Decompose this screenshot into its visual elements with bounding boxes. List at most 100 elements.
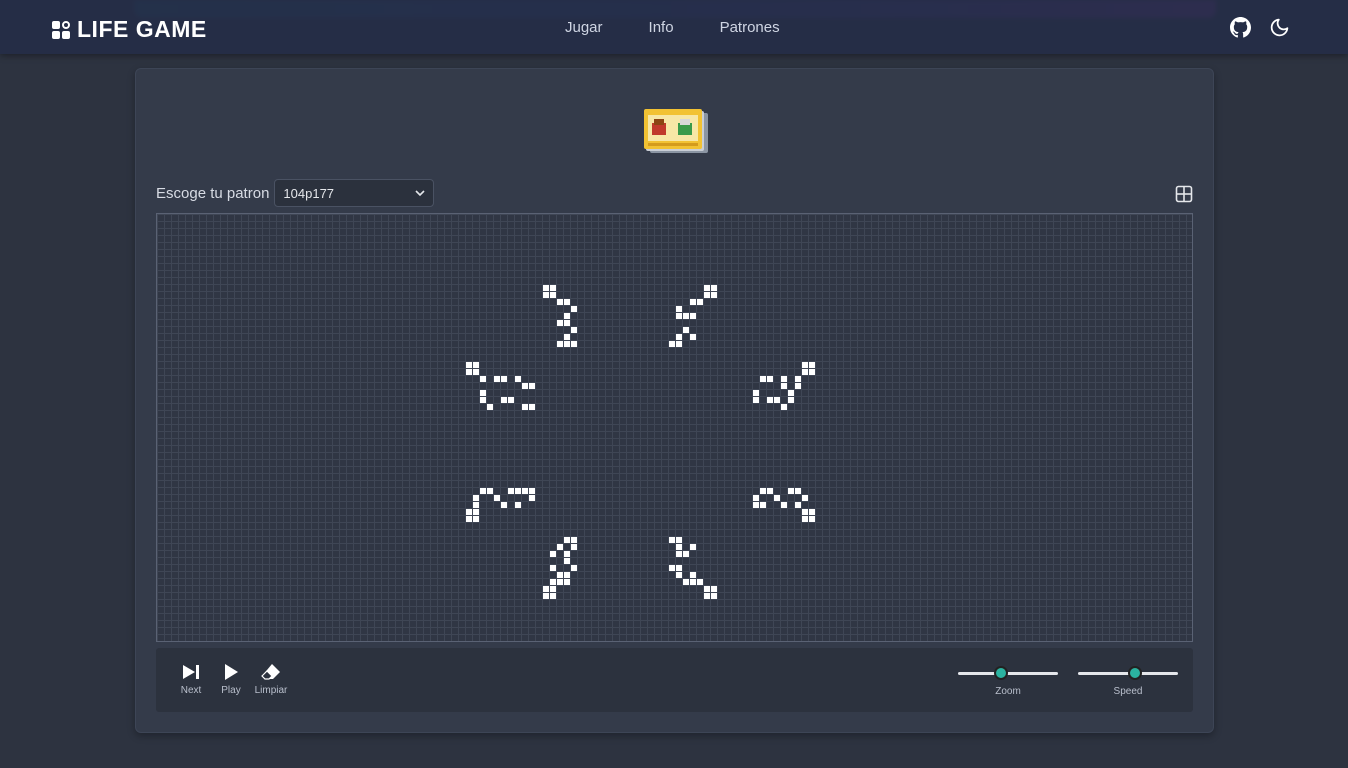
alive-cell[interactable] — [704, 292, 710, 298]
alive-cell[interactable] — [522, 488, 528, 494]
grid-toggle-icon[interactable] — [1175, 185, 1193, 208]
alive-cell[interactable] — [704, 285, 710, 291]
alive-cell[interactable] — [529, 383, 535, 389]
alive-cell[interactable] — [564, 341, 570, 347]
alive-cell[interactable] — [543, 292, 549, 298]
alive-cell[interactable] — [564, 320, 570, 326]
alive-cell[interactable] — [683, 579, 689, 585]
game-board[interactable] — [156, 213, 1193, 642]
alive-cell[interactable] — [529, 488, 535, 494]
alive-cell[interactable] — [676, 313, 682, 319]
alive-cell[interactable] — [767, 376, 773, 382]
alive-cell[interactable] — [543, 586, 549, 592]
alive-cell[interactable] — [466, 362, 472, 368]
alive-cell[interactable] — [543, 285, 549, 291]
alive-cell[interactable] — [788, 390, 794, 396]
alive-cell[interactable] — [690, 334, 696, 340]
clear-button[interactable]: Limpiar — [251, 663, 291, 696]
alive-cell[interactable] — [788, 397, 794, 403]
alive-cell[interactable] — [557, 320, 563, 326]
alive-cell[interactable] — [494, 495, 500, 501]
alive-cell[interactable] — [508, 397, 514, 403]
alive-cell[interactable] — [781, 404, 787, 410]
alive-cell[interactable] — [564, 537, 570, 543]
alive-cell[interactable] — [480, 390, 486, 396]
alive-cell[interactable] — [515, 502, 521, 508]
alive-cell[interactable] — [480, 397, 486, 403]
alive-cell[interactable] — [683, 551, 689, 557]
alive-cell[interactable] — [697, 299, 703, 305]
alive-cell[interactable] — [711, 285, 717, 291]
alive-cell[interactable] — [550, 586, 556, 592]
alive-cell[interactable] — [690, 572, 696, 578]
alive-cell[interactable] — [564, 334, 570, 340]
alive-cell[interactable] — [781, 502, 787, 508]
zoom-thumb[interactable] — [994, 666, 1008, 680]
alive-cell[interactable] — [690, 299, 696, 305]
nav-item-info[interactable]: Info — [649, 19, 674, 36]
alive-cell[interactable] — [564, 299, 570, 305]
alive-cell[interactable] — [690, 579, 696, 585]
alive-cell[interactable] — [760, 502, 766, 508]
alive-cell[interactable] — [480, 488, 486, 494]
alive-cell[interactable] — [473, 495, 479, 501]
alive-cell[interactable] — [473, 502, 479, 508]
speed-slider[interactable]: Speed — [1078, 664, 1178, 697]
alive-cell[interactable] — [571, 544, 577, 550]
nav-item-patrones[interactable]: Patrones — [720, 19, 780, 36]
alive-cell[interactable] — [466, 516, 472, 522]
alive-cell[interactable] — [809, 516, 815, 522]
alive-cell[interactable] — [501, 376, 507, 382]
alive-cell[interactable] — [809, 362, 815, 368]
alive-cell[interactable] — [543, 593, 549, 599]
next-button[interactable]: Next — [171, 663, 211, 696]
alive-cell[interactable] — [781, 376, 787, 382]
alive-cell[interactable] — [564, 551, 570, 557]
alive-cell[interactable] — [809, 369, 815, 375]
alive-cell[interactable] — [760, 376, 766, 382]
alive-cell[interactable] — [571, 327, 577, 333]
alive-cell[interactable] — [494, 376, 500, 382]
nav-item-jugar[interactable]: Jugar — [565, 19, 603, 36]
github-icon[interactable] — [1230, 17, 1251, 38]
alive-cell[interactable] — [466, 369, 472, 375]
alive-cell[interactable] — [795, 502, 801, 508]
alive-cell[interactable] — [795, 376, 801, 382]
alive-cell[interactable] — [802, 369, 808, 375]
alive-cell[interactable] — [802, 516, 808, 522]
alive-cell[interactable] — [781, 383, 787, 389]
alive-cell[interactable] — [690, 313, 696, 319]
alive-cell[interactable] — [669, 537, 675, 543]
alive-cell[interactable] — [676, 565, 682, 571]
speed-thumb[interactable] — [1128, 666, 1142, 680]
alive-cell[interactable] — [683, 327, 689, 333]
alive-cell[interactable] — [522, 383, 528, 389]
alive-cell[interactable] — [564, 558, 570, 564]
alive-cell[interactable] — [704, 593, 710, 599]
zoom-slider[interactable]: Zoom — [958, 664, 1058, 697]
alive-cell[interactable] — [571, 537, 577, 543]
alive-cell[interactable] — [557, 572, 563, 578]
moon-icon[interactable] — [1269, 17, 1290, 38]
alive-cell[interactable] — [515, 376, 521, 382]
alive-cell[interactable] — [466, 509, 472, 515]
alive-cell[interactable] — [802, 509, 808, 515]
alive-cell[interactable] — [676, 306, 682, 312]
alive-cell[interactable] — [550, 285, 556, 291]
alive-cell[interactable] — [669, 565, 675, 571]
alive-cell[interactable] — [487, 488, 493, 494]
alive-cell[interactable] — [669, 341, 675, 347]
alive-cell[interactable] — [767, 397, 773, 403]
alive-cell[interactable] — [711, 292, 717, 298]
alive-cell[interactable] — [753, 502, 759, 508]
alive-cell[interactable] — [515, 488, 521, 494]
alive-cell[interactable] — [550, 292, 556, 298]
alive-cell[interactable] — [571, 565, 577, 571]
alive-cell[interactable] — [767, 488, 773, 494]
alive-cell[interactable] — [557, 341, 563, 347]
alive-cell[interactable] — [487, 404, 493, 410]
alive-cell[interactable] — [550, 593, 556, 599]
alive-cell[interactable] — [501, 397, 507, 403]
alive-cell[interactable] — [473, 369, 479, 375]
alive-cell[interactable] — [550, 551, 556, 557]
